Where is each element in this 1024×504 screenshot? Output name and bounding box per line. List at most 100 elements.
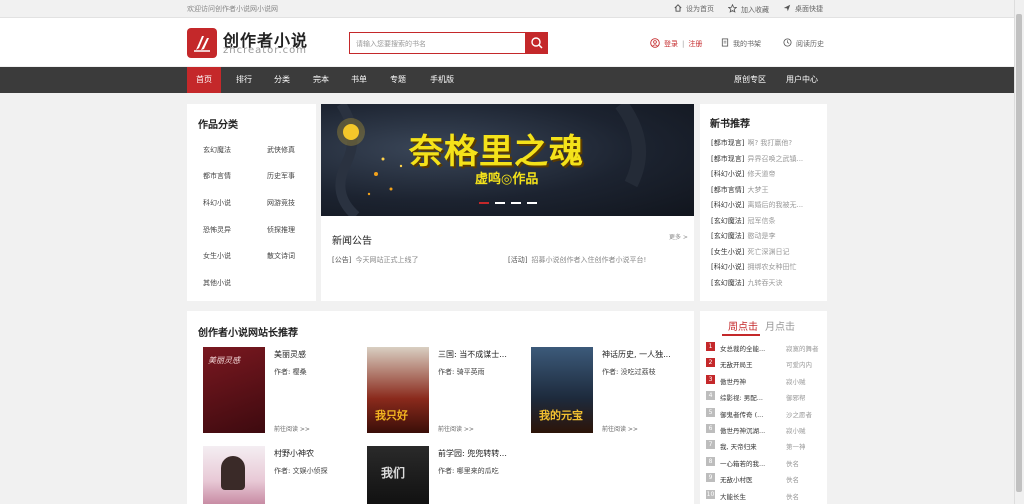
news-item[interactable]: [公告] 今天网站正式上线了	[332, 255, 418, 265]
rank-book-title[interactable]: 无敌小村医	[720, 474, 753, 484]
new-book-item[interactable]: [都市言情] 大梦王	[711, 185, 768, 195]
rank-book-title[interactable]: 一心箱若的我...	[720, 458, 765, 468]
nav-home[interactable]: 首页	[187, 67, 221, 93]
rank-book-author: 可爱内内	[786, 361, 812, 370]
carousel-dot[interactable]	[527, 202, 537, 204]
rank-book-author: 佚名	[786, 492, 799, 501]
desktop-shortcut-link[interactable]: 桌面快捷	[783, 4, 823, 14]
book-title[interactable]: 美丽灵感	[274, 349, 306, 360]
carousel-dot[interactable]	[511, 202, 521, 204]
book-title[interactable]: 村野小神农	[274, 448, 314, 459]
rank-book-title[interactable]: 大能长生	[720, 491, 746, 501]
category-item[interactable]: 侦探推理	[267, 225, 295, 235]
category-item[interactable]: 其他小说	[203, 278, 231, 288]
category-item[interactable]: 历史军事	[267, 171, 295, 181]
scrollbar-thumb[interactable]	[1016, 14, 1022, 492]
rank-number: 9	[706, 473, 715, 483]
reading-history-link[interactable]: 阅读历史	[783, 38, 824, 49]
tab-monthly-clicks[interactable]: 月点击	[765, 318, 795, 333]
book-title[interactable]: 三国: 当不成谋士...	[438, 349, 507, 360]
set-homepage-link[interactable]: 设为首页	[674, 4, 714, 14]
rank-book-title[interactable]: 女总裁的全能...	[720, 343, 765, 353]
nav-booklist[interactable]: 书单	[342, 67, 376, 93]
cover-text: 我们	[381, 466, 406, 480]
category-item[interactable]: 都市言情	[203, 171, 231, 181]
rank-number: 7	[706, 440, 715, 450]
book-icon	[721, 38, 729, 49]
banner-author: 虚鸣◎作品	[475, 172, 539, 187]
rank-book-title[interactable]: 我, 天帝归来	[720, 441, 757, 451]
rank-book-title[interactable]: 无敌开局王	[720, 359, 753, 369]
book-cover[interactable]: 我只好	[367, 347, 429, 433]
book-author: 作者: 没吃过荔枝	[602, 368, 656, 376]
book-cover[interactable]	[203, 446, 265, 504]
rank-book-author: 御邪帮	[786, 394, 806, 403]
welcome-text: 欢迎访问创作者小说网小说网	[187, 5, 278, 13]
nav-original-zone[interactable]: 原创专区	[730, 67, 770, 93]
tab-weekly-clicks[interactable]: 周点击	[728, 318, 758, 333]
book-author: 作者: 哪里来的瓜吃	[438, 467, 499, 475]
clock-icon	[783, 38, 792, 49]
nav-ranking[interactable]: 排行	[227, 67, 261, 93]
cover-text: 我的元宝	[539, 409, 583, 422]
search-button[interactable]	[526, 32, 548, 54]
book-cover[interactable]: 我们	[367, 446, 429, 504]
category-item[interactable]: 武侠修真	[267, 145, 295, 155]
read-link[interactable]: 前往阅读 >>	[274, 424, 310, 433]
new-books-title: 新书推荐	[710, 119, 750, 130]
rank-book-author: 寂小贼	[786, 377, 806, 386]
new-book-item[interactable]: [玄幻魔法] 憨动是李	[711, 231, 775, 241]
read-link[interactable]: 前往阅读 >>	[438, 424, 474, 433]
rank-book-author: 寂小贼	[786, 427, 806, 435]
login-link[interactable]: 登录	[664, 39, 678, 49]
rank-number: 1	[706, 342, 715, 351]
carousel-dot-active[interactable]	[479, 202, 489, 204]
nav-user-center[interactable]: 用户中心	[780, 67, 824, 93]
new-book-item[interactable]: [女生小说] 死亡深渊日记	[711, 247, 789, 257]
new-book-item[interactable]: [科幻小说] 拥绑农女种田忙	[711, 262, 796, 272]
add-favorite-link[interactable]: 加入收藏	[727, 3, 769, 15]
new-book-item[interactable]: [玄幻魔法] 冠军信条	[711, 216, 775, 226]
new-book-item[interactable]: [科幻小说] 离婚后的我被无...	[711, 200, 803, 210]
new-book-item[interactable]: [都市现言] 异界召唤之武镇...	[711, 154, 803, 164]
nav-mobile[interactable]: 手机版	[422, 67, 462, 93]
rank-number: 4	[706, 391, 715, 401]
book-title[interactable]: 前学园: 兜兜转转...	[438, 448, 507, 459]
rank-book-title[interactable]: 傲世丹神沉湖...	[720, 425, 765, 435]
new-book-item[interactable]: [都市现言] 啊? 我打赢他?	[711, 138, 792, 148]
new-book-item[interactable]: [科幻小说] 修天道帝	[711, 169, 775, 179]
rank-number: 3	[706, 374, 715, 384]
category-title: 作品分类	[198, 120, 238, 131]
bookshelf-link[interactable]: 我的书架	[721, 38, 761, 49]
nav-topics[interactable]: 专题	[381, 67, 415, 93]
register-link[interactable]: 注册	[688, 39, 702, 49]
rank-number: 8	[706, 456, 715, 466]
news-item[interactable]: [活动] 招募小说创作者入住创作者小说平台!	[508, 255, 646, 265]
search-input[interactable]: 请输入您要搜索的书名	[349, 32, 526, 54]
book-cover[interactable]: 我的元宝	[531, 347, 593, 433]
category-item[interactable]: 玄幻魔法	[203, 145, 231, 155]
logo-icon[interactable]	[187, 28, 217, 58]
recommend-title: 创作者小说网站长推荐	[198, 328, 298, 339]
nav-category[interactable]: 分类	[265, 67, 299, 93]
category-item[interactable]: 散文诗词	[267, 251, 295, 261]
rank-book-title[interactable]: 综影视: 男配...	[720, 392, 763, 402]
rank-book-author: 佚名	[786, 459, 799, 468]
rank-number: 5	[706, 407, 715, 417]
banner-carousel[interactable]: 奈格里之魂 虚鸣◎作品	[321, 104, 694, 216]
new-book-item[interactable]: [玄幻魔法] 九转吞天诀	[711, 278, 782, 288]
news-more-link[interactable]: 更多 >	[669, 232, 688, 241]
book-cover[interactable]: 美丽灵感	[203, 347, 265, 433]
read-link[interactable]: 前往阅读 >>	[602, 424, 638, 433]
nav-completed[interactable]: 完本	[304, 67, 338, 93]
carousel-dot[interactable]	[495, 202, 505, 204]
book-title[interactable]: 神话历史, 一人独...	[602, 349, 671, 360]
category-item[interactable]: 女生小说	[203, 251, 231, 261]
login-separator: |	[682, 40, 685, 48]
send-icon	[783, 4, 791, 14]
category-item[interactable]: 科幻小说	[203, 198, 231, 208]
category-item[interactable]: 网游竞技	[267, 198, 295, 208]
category-item[interactable]: 恐怖灵异	[203, 225, 231, 235]
rank-book-title[interactable]: 御鬼者传奇 (...	[720, 409, 763, 419]
rank-book-title[interactable]: 傲世丹神	[720, 376, 746, 386]
